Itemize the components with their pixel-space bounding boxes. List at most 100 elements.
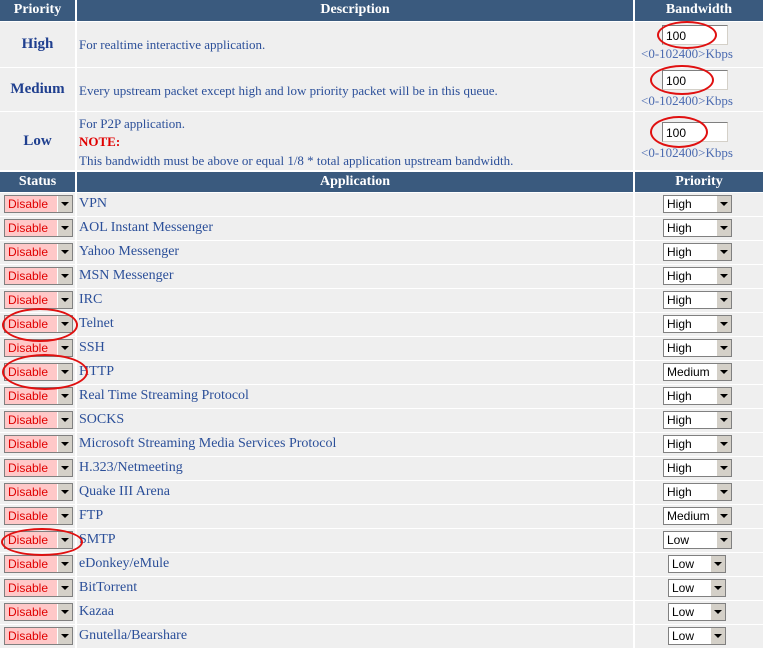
chevron-down-icon[interactable] — [716, 340, 731, 356]
chevron-down-icon[interactable] — [716, 292, 731, 308]
chevron-down-icon[interactable] — [716, 244, 731, 260]
priority-select[interactable]: High — [663, 315, 732, 333]
chevron-down-icon[interactable] — [57, 484, 72, 500]
priority-select[interactable]: High — [663, 339, 732, 357]
chevron-down-icon[interactable] — [716, 484, 731, 500]
application-name: HTTP — [79, 364, 114, 379]
chevron-down-icon[interactable] — [57, 220, 72, 236]
status-select-value: Disable — [8, 365, 49, 379]
priority-select[interactable]: High — [663, 459, 732, 477]
chevron-down-icon[interactable] — [57, 340, 72, 356]
priority-select[interactable]: High — [663, 387, 732, 405]
chevron-down-icon[interactable] — [716, 220, 731, 236]
chevron-down-icon[interactable] — [57, 196, 72, 212]
priority-select-value: High — [667, 461, 692, 475]
bandwidth-input-high[interactable]: 100 — [662, 25, 728, 45]
priority-select[interactable]: Low — [668, 555, 726, 573]
priority-select[interactable]: Low — [668, 627, 726, 645]
priority-select[interactable]: High — [663, 243, 732, 261]
status-select[interactable]: Disable — [4, 435, 73, 453]
bandwidth-column-header: Bandwidth — [635, 0, 763, 21]
application-name: Microsoft Streaming Media Services Proto… — [79, 436, 337, 451]
chevron-down-icon[interactable] — [57, 268, 72, 284]
priority-select-value: Low — [672, 629, 695, 643]
status-select[interactable]: Disable — [4, 555, 73, 573]
app-priority-column-header: Priority — [635, 172, 763, 192]
queue-desc-low-line2: This bandwidth must be above or equal 1/… — [79, 153, 514, 168]
priority-select-value: High — [667, 293, 692, 307]
app-row-name-cell — [77, 337, 633, 360]
chevron-down-icon[interactable] — [716, 460, 731, 476]
chevron-down-icon[interactable] — [716, 316, 731, 332]
status-select[interactable]: Disable — [4, 627, 73, 645]
status-select[interactable]: Disable — [4, 267, 73, 285]
app-row-name-cell — [77, 601, 633, 624]
chevron-down-icon[interactable] — [716, 196, 731, 212]
priority-select[interactable]: Medium — [663, 507, 732, 525]
chevron-down-icon[interactable] — [716, 508, 731, 524]
chevron-down-icon[interactable] — [57, 316, 72, 332]
priority-select-value: Low — [672, 557, 695, 571]
priority-select[interactable]: High — [663, 411, 732, 429]
chevron-down-icon[interactable] — [716, 268, 731, 284]
chevron-down-icon[interactable] — [57, 292, 72, 308]
chevron-down-icon[interactable] — [716, 532, 731, 548]
priority-select[interactable]: High — [663, 195, 732, 213]
status-select[interactable]: Disable — [4, 387, 73, 405]
priority-select[interactable]: Low — [668, 603, 726, 621]
status-select[interactable]: Disable — [4, 531, 73, 549]
status-select[interactable]: Disable — [4, 459, 73, 477]
priority-select[interactable]: High — [663, 291, 732, 309]
chevron-down-icon[interactable] — [716, 436, 731, 452]
chevron-down-icon[interactable] — [57, 436, 72, 452]
status-select[interactable]: Disable — [4, 219, 73, 237]
chevron-down-icon[interactable] — [710, 580, 725, 596]
chevron-down-icon[interactable] — [710, 628, 725, 644]
chevron-down-icon[interactable] — [57, 628, 72, 644]
status-select[interactable]: Disable — [4, 483, 73, 501]
priority-select[interactable]: High — [663, 267, 732, 285]
priority-select[interactable]: High — [663, 435, 732, 453]
chevron-down-icon[interactable] — [716, 388, 731, 404]
chevron-down-icon[interactable] — [57, 244, 72, 260]
chevron-down-icon[interactable] — [57, 460, 72, 476]
priority-select[interactable]: High — [663, 219, 732, 237]
chevron-down-icon[interactable] — [710, 604, 725, 620]
application-name: Yahoo Messenger — [79, 244, 180, 259]
priority-select[interactable]: Medium — [663, 363, 732, 381]
status-select[interactable]: Disable — [4, 603, 73, 621]
chevron-down-icon[interactable] — [57, 604, 72, 620]
chevron-down-icon[interactable] — [57, 580, 72, 596]
status-select[interactable]: Disable — [4, 291, 73, 309]
bandwidth-input-low[interactable]: 100 — [662, 122, 728, 142]
application-name: VPN — [79, 196, 108, 211]
priority-select[interactable]: Low — [668, 579, 726, 597]
chevron-down-icon[interactable] — [57, 364, 72, 380]
status-select[interactable]: Disable — [4, 339, 73, 357]
status-select[interactable]: Disable — [4, 315, 73, 333]
chevron-down-icon[interactable] — [57, 532, 72, 548]
chevron-down-icon[interactable] — [57, 412, 72, 428]
priority-select-value: Low — [672, 581, 695, 595]
queue-note-label: NOTE: — [79, 134, 121, 149]
status-select-value: Disable — [8, 485, 49, 499]
chevron-down-icon[interactable] — [716, 412, 731, 428]
application-column-header: Application — [77, 172, 633, 192]
status-select[interactable]: Disable — [4, 411, 73, 429]
chevron-down-icon[interactable] — [710, 556, 725, 572]
status-select[interactable]: Disable — [4, 363, 73, 381]
status-select[interactable]: Disable — [4, 507, 73, 525]
status-select[interactable]: Disable — [4, 243, 73, 261]
application-name: Quake III Arena — [79, 484, 170, 499]
priority-select[interactable]: High — [663, 483, 732, 501]
chevron-down-icon[interactable] — [57, 508, 72, 524]
chevron-down-icon[interactable] — [57, 556, 72, 572]
chevron-down-icon[interactable] — [57, 388, 72, 404]
status-select[interactable]: Disable — [4, 579, 73, 597]
chevron-down-icon[interactable] — [716, 364, 731, 380]
status-select-value: Disable — [8, 533, 49, 547]
status-select[interactable]: Disable — [4, 195, 73, 213]
bandwidth-input-medium[interactable]: 100 — [662, 70, 728, 90]
application-name: H.323/Netmeeting — [79, 460, 183, 475]
priority-select[interactable]: Low — [663, 531, 732, 549]
